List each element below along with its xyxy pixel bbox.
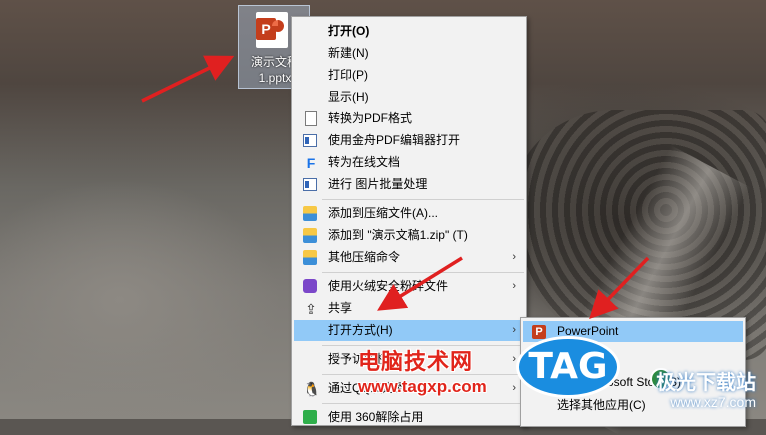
watermark-tagxp: 电脑技术网 www.tagxp.com <box>358 344 533 402</box>
watermark-site-name: 电脑技术网 <box>358 349 474 374</box>
360-icon <box>303 410 317 424</box>
menu-item-add-to-zip[interactable]: 添加到 "演示文稿1.zip" (T) <box>294 225 524 246</box>
qq-icon: 🐧 <box>303 381 321 397</box>
online-doc-icon: F <box>306 155 316 171</box>
pie-icon <box>272 20 284 32</box>
menu-item-show[interactable]: 显示(H) <box>294 87 524 108</box>
menu-item-label: 共享 <box>328 301 353 315</box>
menu-item-label: 其他压缩命令 <box>328 250 401 264</box>
menu-item-label: 新建(N) <box>328 46 369 60</box>
pptx-file-icon: P <box>256 12 288 48</box>
watermark-right-url: www.xz7.com <box>670 394 756 410</box>
watermark-site-url: www.tagxp.com <box>358 377 487 396</box>
menu-item-print[interactable]: 打印(P) <box>294 65 524 86</box>
menu-item-label: 使用火绒安全粉碎文件 <box>328 279 449 293</box>
shredder-icon <box>303 279 317 293</box>
menu-item-new[interactable]: 新建(N) <box>294 43 524 64</box>
menu-item-open-with[interactable]: 打开方式(H) › <box>294 320 524 341</box>
menu-item-online-doc[interactable]: F 转为在线文档 <box>294 152 524 173</box>
menu-item-open-pdf-editor[interactable]: 使用金舟PDF编辑器打开 <box>294 130 524 151</box>
chevron-right-icon: › <box>512 280 516 292</box>
menu-separator <box>322 199 524 200</box>
menu-separator <box>322 403 524 404</box>
window-icon <box>303 134 317 147</box>
submenu-item-label: 选择其他应用(C) <box>557 398 646 412</box>
window-icon <box>303 178 317 191</box>
chevron-right-icon: › <box>512 324 516 336</box>
powerpoint-icon: P <box>532 325 546 339</box>
watermark-right-brand: 极光下载站 <box>656 372 756 394</box>
menu-item-add-archive[interactable]: 添加到压缩文件(A)... <box>294 203 524 224</box>
menu-item-360-unlock[interactable]: 使用 360解除占用 <box>294 407 524 428</box>
menu-item-open[interactable]: 打开(O) <box>294 21 524 42</box>
chevron-right-icon: › <box>512 251 516 263</box>
menu-item-share[interactable]: ⇪ 共享 <box>294 298 524 319</box>
menu-item-label: 进行 图片批量处理 <box>328 177 428 191</box>
menu-separator <box>322 272 524 273</box>
page-icon <box>305 111 317 126</box>
menu-item-label: 添加到 "演示文稿1.zip" (T) <box>328 228 468 242</box>
tag-logo: TAG <box>516 336 620 398</box>
menu-item-label: 转换为PDF格式 <box>328 111 413 125</box>
zip-icon <box>303 206 317 221</box>
zip-icon <box>303 228 317 243</box>
menu-item-huorong-shred[interactable]: 使用火绒安全粉碎文件 › <box>294 276 524 297</box>
menu-item-label: 转为在线文档 <box>328 155 401 169</box>
menu-item-convert-pdf[interactable]: 转换为PDF格式 <box>294 108 524 129</box>
share-icon: ⇪ <box>305 301 317 317</box>
menu-item-batch-images[interactable]: 进行 图片批量处理 <box>294 174 524 195</box>
menu-item-other-compress[interactable]: 其他压缩命令 › <box>294 247 524 268</box>
menu-item-label: 打开(O) <box>328 24 370 38</box>
zip-icon <box>303 250 317 265</box>
menu-item-label: 使用 360解除占用 <box>328 410 424 424</box>
menu-item-label: 添加到压缩文件(A)... <box>328 206 438 220</box>
menu-item-label: 显示(H) <box>328 90 369 104</box>
menu-item-label: 使用金舟PDF编辑器打开 <box>328 133 461 147</box>
menu-item-label: 打开方式(H) <box>328 323 393 337</box>
menu-item-label: 打印(P) <box>328 68 368 82</box>
watermark-xz7: 极光下载站 www.xz7.com <box>650 366 766 419</box>
